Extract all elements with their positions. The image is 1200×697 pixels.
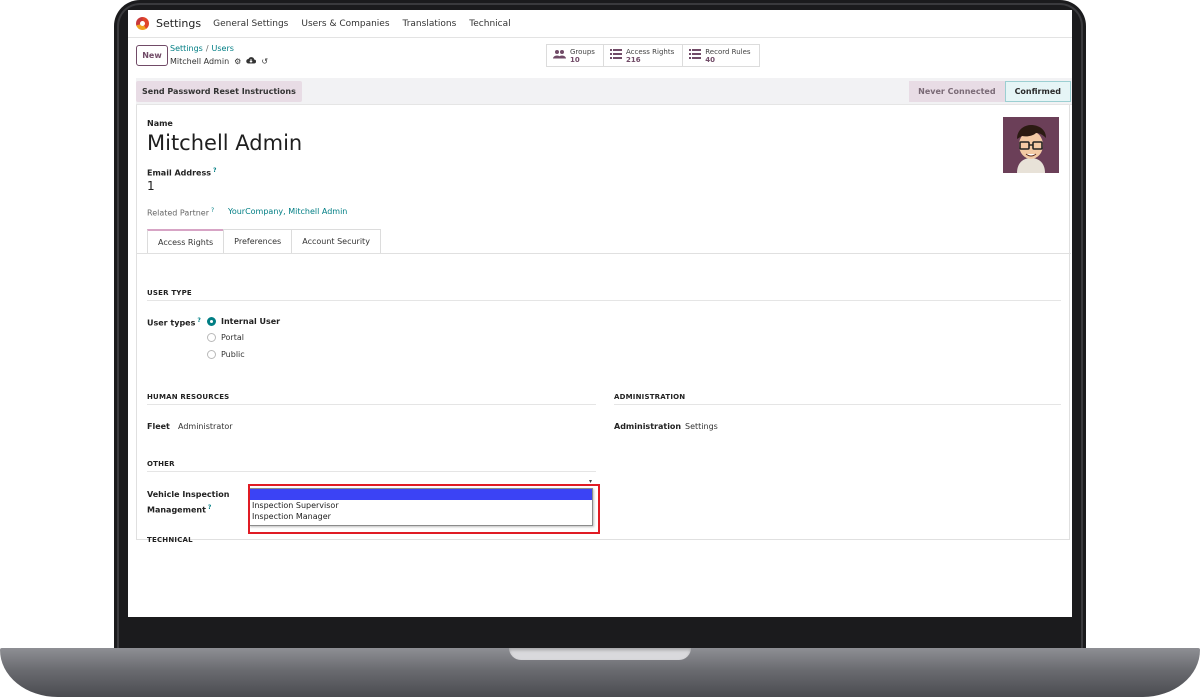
vehicle-inspection-label-line2: Management?	[147, 501, 229, 517]
email-field[interactable]: 1	[147, 179, 155, 193]
laptop-notch	[509, 648, 691, 660]
technical-header: TECHNICAL	[147, 536, 193, 544]
vehicle-inspection-label: Vehicle Inspection Management?	[147, 488, 229, 517]
stat-value: 10	[570, 55, 580, 64]
odoo-logo-icon[interactable]	[136, 17, 149, 30]
groups-stat-button[interactable]: Groups 10	[547, 45, 604, 66]
help-icon[interactable]: ?	[213, 167, 216, 174]
radio-public[interactable]: Public	[207, 350, 245, 359]
tab-preferences[interactable]: Preferences	[223, 229, 293, 253]
help-icon[interactable]: ?	[197, 317, 200, 324]
top-navbar: Settings General Settings Users & Compan…	[128, 10, 1072, 38]
stat-value: 40	[705, 55, 715, 64]
menu-general-settings[interactable]: General Settings	[213, 19, 288, 29]
radio-label: Internal User	[221, 317, 281, 326]
breadcrumb: Settings / Users	[170, 44, 234, 53]
section-divider	[147, 404, 596, 405]
section-divider	[614, 404, 1061, 405]
stat-buttons: Groups 10 Access Rights 216 Record Rules 40	[546, 44, 760, 67]
list-icon	[689, 49, 702, 62]
discard-icon[interactable]: ↺	[261, 57, 268, 66]
gear-icon[interactable]: ⚙	[234, 57, 241, 66]
help-icon[interactable]: ?	[208, 504, 211, 511]
administration-label: Administration	[614, 422, 682, 431]
radio-icon[interactable]	[207, 350, 216, 359]
stat-value: 216	[625, 55, 641, 64]
tab-access-rights[interactable]: Access Rights	[147, 229, 225, 253]
record-rules-stat-button[interactable]: Record Rules 40	[683, 45, 758, 66]
radio-label: Public	[221, 350, 245, 359]
send-password-reset-button[interactable]: Send Password Reset Instructions	[136, 81, 302, 102]
status-bar: Send Password Reset Instructions Never C…	[136, 78, 1072, 105]
breadcrumb-users[interactable]: Users	[212, 44, 234, 53]
list-icon	[609, 49, 622, 62]
vehicle-inspection-label-line1: Vehicle Inspection	[147, 490, 230, 499]
vehicle-inspection-label-text: Management	[147, 505, 206, 515]
record-name: Mitchell Admin	[170, 56, 230, 66]
tabs-divider	[137, 253, 1071, 254]
avatar[interactable]	[1003, 117, 1059, 173]
stat-label: Access Rights	[625, 47, 675, 56]
form-sheet: Name Mitchell Admin Email Address? 1 Rel…	[136, 105, 1071, 544]
stat-label: Record Rules	[705, 47, 751, 56]
cloud-save-icon[interactable]	[246, 56, 257, 66]
related-partner-link[interactable]: YourCompany, Mitchell Admin	[228, 207, 347, 216]
users-icon	[553, 49, 566, 62]
help-icon[interactable]: ?	[211, 207, 214, 214]
user-types-label: User types?	[147, 317, 201, 328]
breadcrumb-settings[interactable]: Settings	[170, 44, 203, 53]
fleet-label: Fleet	[147, 422, 170, 431]
record-title: Mitchell Admin ⚙ ↺	[170, 56, 268, 66]
radio-checked-icon[interactable]	[207, 317, 216, 326]
tab-account-security[interactable]: Account Security	[291, 229, 381, 253]
highlight-box	[248, 484, 600, 534]
radio-icon[interactable]	[207, 333, 216, 342]
new-button[interactable]: New	[136, 45, 168, 66]
stat-label: Groups	[570, 47, 595, 56]
radio-portal[interactable]: Portal	[207, 333, 244, 342]
radio-label: Portal	[221, 333, 244, 342]
related-partner-label-text: Related Partner	[147, 208, 209, 218]
email-label-text: Email Address	[147, 168, 212, 178]
form-tabs: Access Rights Preferences Account Securi…	[147, 229, 381, 253]
menu-translations[interactable]: Translations	[403, 19, 457, 29]
name-field[interactable]: Mitchell Admin	[147, 131, 302, 155]
related-partner-label: Related Partner?	[147, 207, 214, 218]
administration-header: ADMINISTRATION	[614, 393, 686, 401]
name-label: Name	[147, 119, 173, 128]
email-label: Email Address?	[147, 167, 217, 178]
status-stages: Never Connected Confirmed	[909, 81, 1071, 102]
other-header: OTHER	[147, 460, 175, 468]
user-type-header: USER TYPE	[147, 289, 192, 297]
access-rights-stat-button[interactable]: Access Rights 216	[604, 45, 684, 66]
section-divider	[147, 300, 1061, 301]
administration-select[interactable]: Settings	[685, 422, 718, 431]
stage-confirmed[interactable]: Confirmed	[1004, 81, 1071, 102]
control-panel: New Settings / Users Mitchell Admin ⚙ ↺ Gr…	[128, 38, 1072, 78]
menu-technical[interactable]: Technical	[469, 19, 510, 29]
user-types-label-text: User types	[147, 318, 196, 328]
radio-internal-user[interactable]: Internal User	[207, 317, 280, 326]
section-divider	[147, 471, 596, 472]
menu-users-companies[interactable]: Users & Companies	[301, 19, 389, 29]
stage-never-connected[interactable]: Never Connected	[909, 81, 1005, 102]
app-name[interactable]: Settings	[156, 17, 201, 30]
fleet-select[interactable]: Administrator	[178, 422, 233, 431]
human-resources-header: HUMAN RESOURCES	[147, 393, 230, 401]
